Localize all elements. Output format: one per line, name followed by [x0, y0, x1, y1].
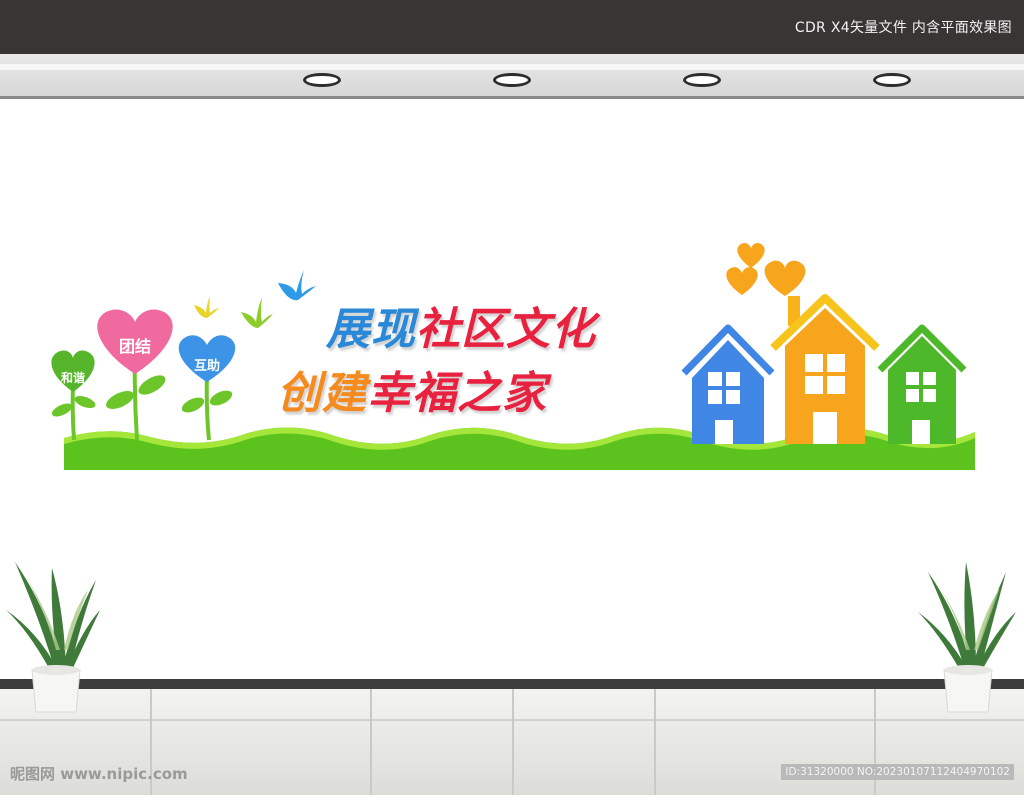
floor-tile-line — [370, 689, 372, 795]
headline-line-2: 创建幸福之家 — [277, 357, 547, 421]
headline-1-red: 社区文化 — [416, 304, 596, 355]
heart-label-unity: 团结 — [118, 337, 151, 356]
ceiling-light — [303, 73, 341, 87]
heart-label-mutual-aid: 互助 — [193, 359, 220, 374]
top-bar: CDR X4矢量文件 内含平面效果图 — [0, 0, 1024, 54]
headline-line-1: 展现社区文化 — [326, 293, 596, 357]
heart-label-harmony: 和谐 — [60, 371, 85, 385]
ceiling-light — [873, 73, 911, 87]
headline-1-blue: 展现 — [326, 304, 416, 355]
floor-tile-line — [512, 689, 514, 795]
headline-2-orange: 创建 — [277, 368, 367, 419]
baseboard — [0, 679, 1024, 689]
headline-2-red: 幸福之家 — [367, 368, 547, 419]
topbar-caption: CDR X4矢量文件 内含平面效果图 — [794, 20, 1012, 36]
ceiling-band — [0, 64, 1024, 70]
ceiling-light — [493, 73, 531, 87]
floor-tile-line — [654, 689, 656, 795]
ceiling-light — [683, 73, 721, 87]
watermark-left: 昵图网 www.nipic.com — [10, 765, 188, 783]
watermark-right: ID:31320000 NO:20230107112404970102 — [781, 764, 1014, 780]
